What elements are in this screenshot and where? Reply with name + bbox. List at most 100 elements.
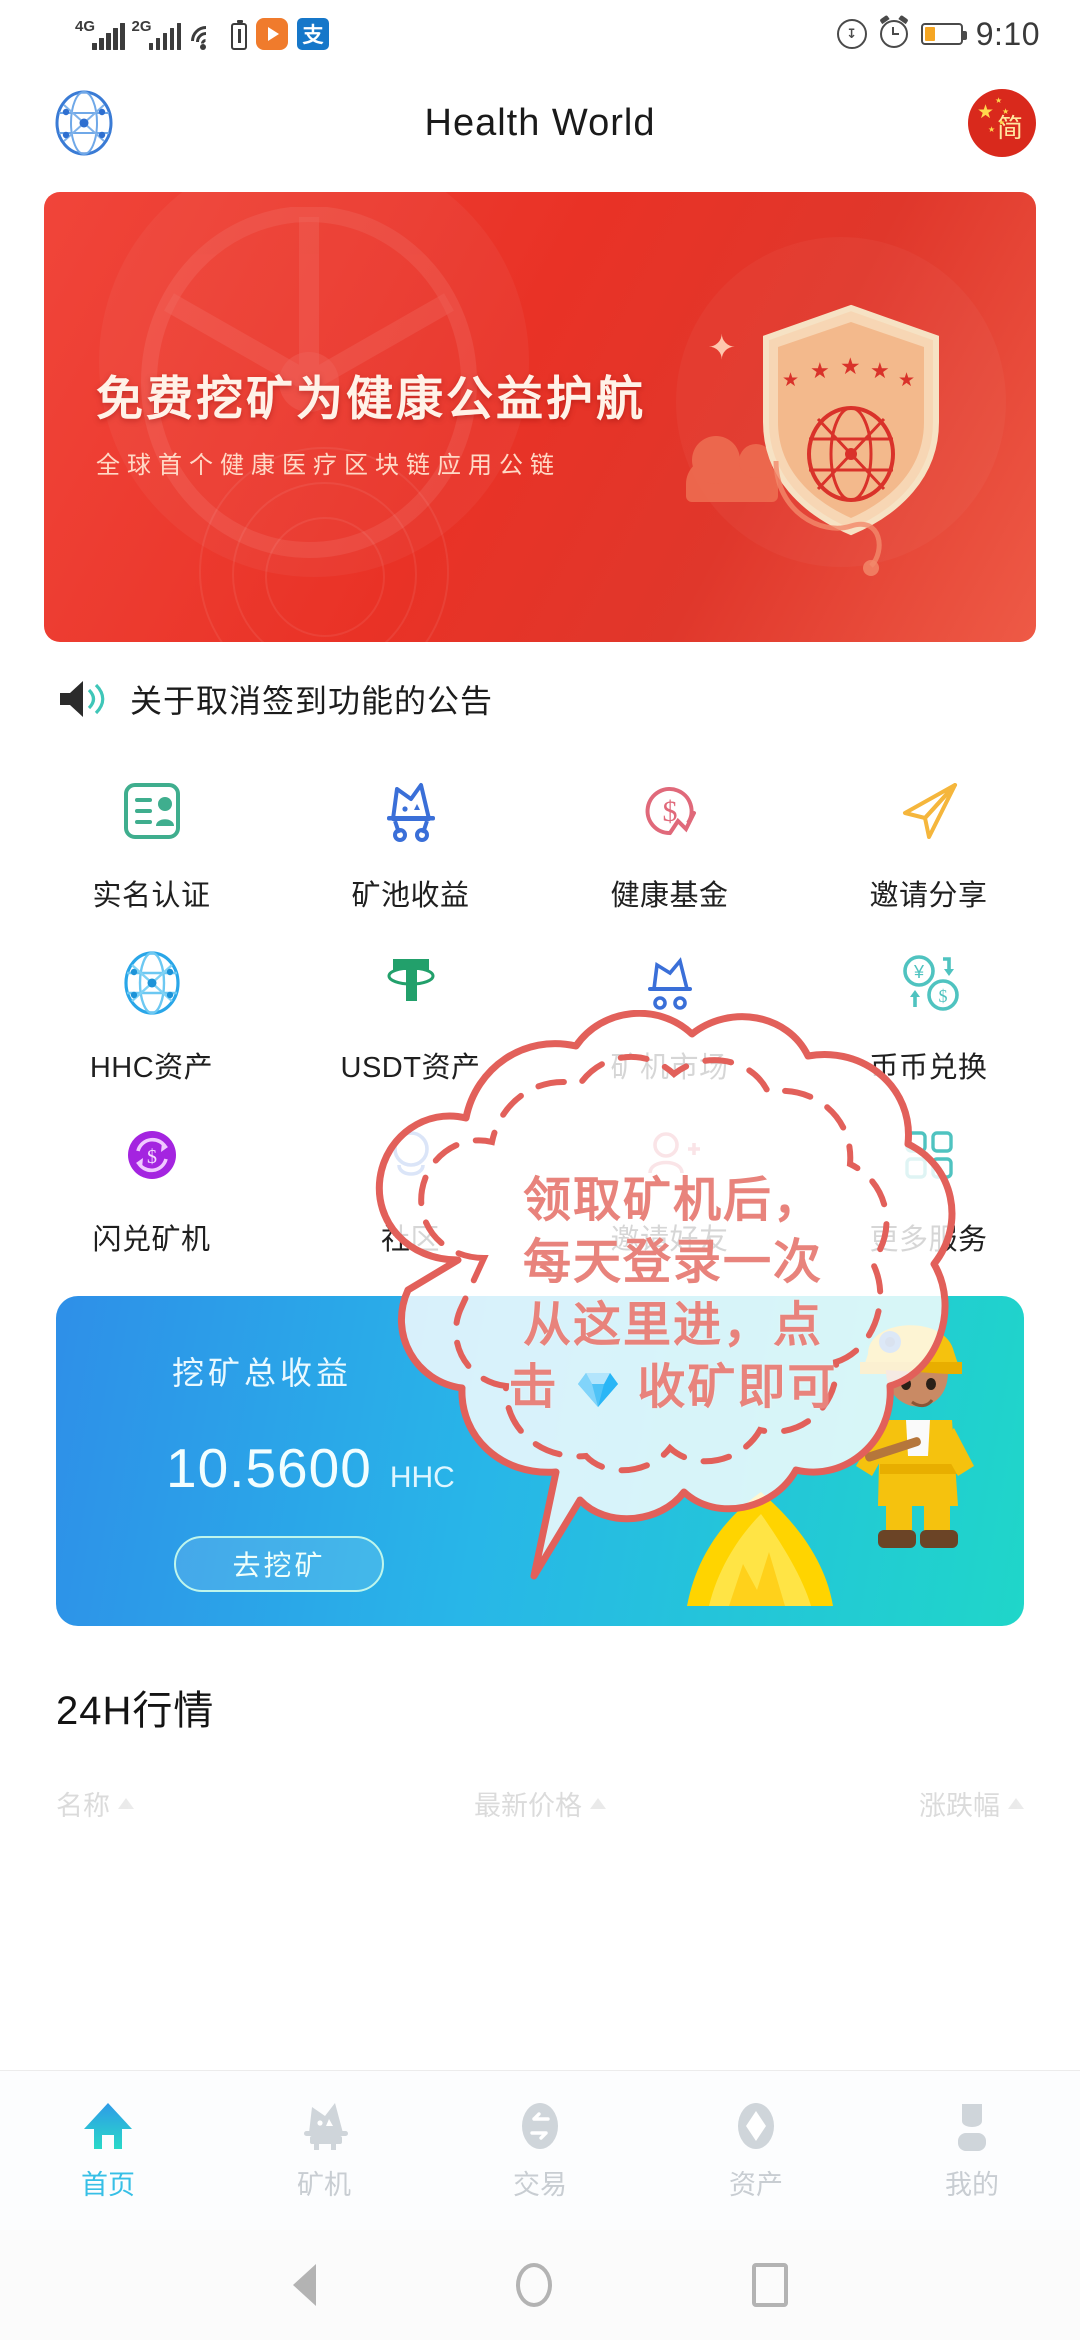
banner-decor-ring xyxy=(265,517,385,637)
grid-item-coin-exchange[interactable]: ¥ $ 币币兑换 xyxy=(799,926,1058,1094)
svg-text:¥: ¥ xyxy=(912,962,924,982)
recents-icon[interactable] xyxy=(751,2263,788,2307)
battery-icon xyxy=(920,23,967,45)
tab-label: 首页 xyxy=(81,2170,135,2200)
tab-label: 交易 xyxy=(513,2170,567,2200)
svg-text:★: ★ xyxy=(782,370,799,391)
svg-text:★: ★ xyxy=(810,358,830,383)
mining-card-unit: HHC xyxy=(389,1461,455,1494)
market-column-name[interactable]: 名称 xyxy=(56,1784,379,1823)
grid-item-label: 更多服务 xyxy=(869,1224,988,1256)
tab-label: 资产 xyxy=(729,2170,783,2200)
banner-subhead: 全球首个健康医疗区块链应用公链 xyxy=(96,452,561,479)
mining-card-title: 挖矿总收益 xyxy=(172,1355,353,1391)
tab-exchange[interactable]: 交易 xyxy=(432,2099,648,2202)
grid-item-flash-swap[interactable]: $ 闪兑矿机 xyxy=(22,1098,281,1266)
grid-item-pool-earnings[interactable]: 矿池收益 xyxy=(281,754,540,922)
market-table-header: 名称 最新价格 涨跌幅 xyxy=(56,1784,1025,1823)
back-icon[interactable] xyxy=(292,2264,316,2306)
grid-item-realname-auth[interactable]: 实名认证 xyxy=(22,754,281,922)
hhc-globe-icon xyxy=(109,940,195,1026)
grid-item-invite-share[interactable]: 邀请分享 xyxy=(799,754,1058,922)
grid-item-health-fund[interactable]: $ 健康基金 xyxy=(540,754,799,922)
grid-item-label: HHC资产 xyxy=(89,1052,214,1084)
home-circle-icon[interactable] xyxy=(515,2263,552,2307)
tab-profile[interactable]: 我的 xyxy=(864,2099,1080,2202)
grid-item-invite-friend[interactable]: 邀请好友 xyxy=(540,1098,799,1266)
invite-friend-icon xyxy=(627,1112,713,1198)
grid-item-label: 邀请好友 xyxy=(610,1224,729,1256)
announcement-text: 关于取消签到功能的公告 xyxy=(130,683,494,719)
feature-grid: 实名认证 矿池收益 $ 健康基金 邀请分享 HHC资产 USDT资产 矿机市场 … xyxy=(0,728,1080,1266)
go-mining-button[interactable]: 去挖矿 xyxy=(174,1536,384,1592)
exchange-icon xyxy=(512,2099,568,2153)
grid-item-community[interactable]: 社区 xyxy=(281,1098,540,1266)
svg-text:$: $ xyxy=(938,986,947,1006)
banner-stethoscope-decor xyxy=(773,460,882,576)
flag-star-icon: ★ xyxy=(995,96,1003,105)
market-section: 24H行情 名称 最新价格 涨跌幅 xyxy=(0,1626,1080,1823)
flash-swap-icon: $ xyxy=(109,1112,195,1198)
grid-item-miner-market[interactable]: 矿机市场 xyxy=(540,926,799,1094)
signal-4g-label: 4G xyxy=(75,18,96,35)
grid-item-label: USDT资产 xyxy=(340,1052,481,1084)
announcement-bar[interactable]: 关于取消签到功能的公告 xyxy=(0,642,1080,728)
grid-item-label: 社区 xyxy=(380,1224,440,1256)
alipay-app-icon: 支 xyxy=(297,18,329,50)
status-bar-clock: 9:10 xyxy=(975,15,1040,52)
eco-mode-icon: ↧ xyxy=(836,19,867,49)
tab-home[interactable]: 首页 xyxy=(0,2099,216,2202)
mining-card-amount: 10.5600 xyxy=(166,1437,372,1499)
miner-market-icon xyxy=(627,940,713,1026)
banner-headline: 免费挖矿为健康公益护航 xyxy=(96,372,646,425)
svg-text:★: ★ xyxy=(870,358,890,383)
currency-exchange-icon: ¥ $ xyxy=(886,940,972,1026)
alarm-clock-icon xyxy=(879,20,908,48)
mining-cart-icon xyxy=(368,768,454,854)
hhc-globe-logo[interactable] xyxy=(50,89,118,157)
tab-label: 我的 xyxy=(945,2170,999,2200)
language-switch-button[interactable]: ★ ★ ★ ★ ★ 简 xyxy=(968,89,1036,157)
assets-icon xyxy=(728,2099,784,2153)
mining-card-amount-row: 10.5600 HHC xyxy=(166,1436,455,1500)
miner-character xyxy=(856,1325,974,1548)
grid-item-usdt-assets[interactable]: USDT资产 xyxy=(281,926,540,1094)
grid-item-label: 闪兑矿机 xyxy=(92,1224,211,1256)
tab-miner[interactable]: 矿机 xyxy=(216,2099,432,2202)
market-column-change[interactable]: 涨跌幅 xyxy=(701,1784,1025,1823)
flag-star-icon: ★ xyxy=(998,118,1006,127)
video-player-app-icon xyxy=(256,18,288,50)
dollar-fund-icon: $ xyxy=(627,768,713,854)
grid-item-label: 矿池收益 xyxy=(351,880,470,912)
flag-star-icon: ★ xyxy=(988,125,996,134)
promo-banner[interactable]: 免费挖矿为健康公益护航 全球首个健康医疗区块链应用公链 ✦ ★ ★ ★ ★ ★ xyxy=(44,192,1036,642)
tab-assets[interactable]: 资产 xyxy=(648,2099,864,2202)
tab-label: 矿机 xyxy=(297,2170,351,2200)
more-services-icon xyxy=(886,1112,972,1198)
bottom-tab-bar: 首页 矿机 交易 资产 我的 xyxy=(0,2070,1080,2230)
profile-icon xyxy=(944,2099,1000,2153)
signal-2g-label: 2G xyxy=(131,18,152,35)
android-nav-bar xyxy=(0,2230,1080,2340)
grid-item-label: 矿机市场 xyxy=(610,1052,729,1084)
flag-star-icon: ★ xyxy=(1002,107,1010,116)
grid-item-label: 健康基金 xyxy=(610,880,729,912)
status-bar: 4G 2G 支 ↧ 9:10 xyxy=(0,0,1080,68)
signal-2g-icon: 2G xyxy=(131,18,181,50)
flag-star-icon: ★ xyxy=(977,102,995,123)
sort-caret-icon xyxy=(1008,1798,1025,1809)
grid-item-label: 实名认证 xyxy=(92,880,211,912)
grid-item-label: 币币兑换 xyxy=(869,1052,988,1084)
signal-4g-icon: 4G xyxy=(75,18,125,50)
id-card-icon xyxy=(109,768,195,854)
mining-earnings-card[interactable]: 挖矿总收益 10.5600 HHC 去挖矿 xyxy=(56,1296,1024,1626)
grid-item-more-services[interactable]: 更多服务 xyxy=(799,1098,1058,1266)
banner-text-block: 免费挖矿为健康公益护航 全球首个健康医疗区块链应用公链 xyxy=(96,360,646,480)
grid-item-label: 邀请分享 xyxy=(869,880,988,912)
app-header: Health World ★ ★ ★ ★ ★ 简 xyxy=(0,68,1080,178)
grid-item-hhc-assets[interactable]: HHC资产 xyxy=(22,926,281,1094)
sort-caret-icon xyxy=(118,1798,134,1809)
miner-icon xyxy=(296,2099,352,2153)
svg-text:$: $ xyxy=(662,795,677,828)
market-column-price[interactable]: 最新价格 xyxy=(379,1784,702,1823)
